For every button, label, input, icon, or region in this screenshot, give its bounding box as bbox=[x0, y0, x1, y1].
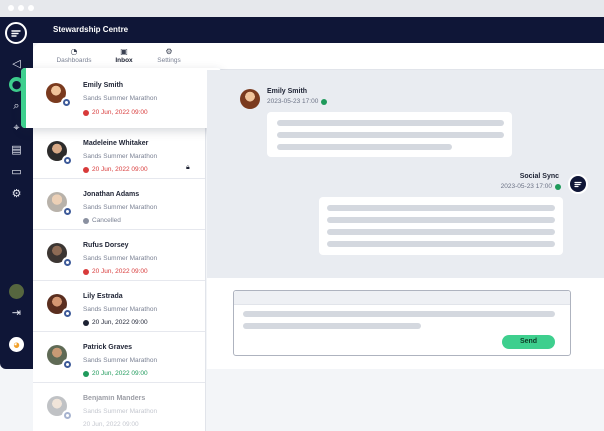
message-timestamp: 2023-05-23 17:00 bbox=[267, 98, 328, 105]
text-placeholder bbox=[277, 144, 452, 150]
window-chrome bbox=[0, 0, 604, 17]
lock-icon: 🔒︎ bbox=[186, 163, 190, 171]
text-placeholder bbox=[243, 311, 555, 317]
facebook-badge-icon bbox=[62, 206, 73, 217]
message-sender: Social Sync bbox=[519, 173, 559, 180]
text-placeholder bbox=[277, 120, 504, 126]
conversation-item-selected[interactable]: Emily Smith Sands Summer Marathon 20 Jun… bbox=[21, 68, 221, 128]
folder-icon[interactable]: ▭ bbox=[9, 164, 24, 179]
clock-icon bbox=[83, 319, 89, 326]
logout-icon[interactable]: ⇥ bbox=[9, 305, 24, 320]
conversation-item[interactable]: Patrick Graves Sands Summer Marathon 20 … bbox=[33, 332, 205, 383]
database-icon[interactable]: ▤ bbox=[9, 142, 24, 157]
text-placeholder bbox=[277, 132, 504, 138]
status-badge: 20 Jun, 2022 09:00 bbox=[83, 319, 148, 326]
conversation-item[interactable]: Benjamin Manders Sands Summer Marathon 2… bbox=[33, 383, 205, 431]
window-close-dot[interactable] bbox=[8, 5, 14, 11]
tab-settings[interactable]: ⚙ Settings bbox=[139, 47, 199, 64]
conversation-item[interactable]: Rufus Dorsey Sands Summer Marathon 20 Ju… bbox=[33, 230, 205, 281]
facebook-badge-icon bbox=[61, 97, 72, 108]
status-badge: 20 Jun, 2022 09:00 bbox=[83, 421, 139, 428]
facebook-badge-icon bbox=[62, 359, 73, 370]
facebook-badge-icon bbox=[62, 308, 73, 319]
check-icon bbox=[321, 98, 328, 105]
app-logo-icon[interactable] bbox=[5, 22, 27, 44]
text-placeholder bbox=[327, 241, 555, 247]
settings-gear-icon[interactable]: ⚙ bbox=[9, 186, 24, 201]
conversation-item[interactable]: Lily Estrada Sands Summer Marathon 20 Ju… bbox=[33, 281, 205, 332]
window-minimize-dot[interactable] bbox=[18, 5, 24, 11]
check-icon bbox=[555, 183, 561, 190]
status-badge: Cancelled bbox=[83, 217, 121, 224]
conversation-item[interactable]: Jonathan Adams Sands Summer Marathon Can… bbox=[33, 179, 205, 230]
text-placeholder bbox=[243, 323, 421, 329]
avatar bbox=[240, 89, 260, 109]
app-title: Stewardship Centre bbox=[53, 25, 129, 34]
overdue-icon bbox=[83, 166, 89, 173]
message-bubble-incoming bbox=[267, 112, 512, 157]
overdue-icon bbox=[83, 268, 89, 275]
status-badge: 20 Jun, 2022 09:00 bbox=[83, 268, 148, 275]
selection-indicator bbox=[21, 68, 26, 128]
text-placeholder bbox=[327, 217, 555, 223]
status-badge: 20 Jun, 2022 09:00 bbox=[83, 370, 148, 377]
message-sender: Emily Smith bbox=[267, 88, 308, 95]
cancelled-icon bbox=[83, 217, 89, 224]
facebook-badge-icon bbox=[62, 155, 73, 166]
organisation-logo[interactable]: ◕ bbox=[9, 337, 24, 352]
status-badge: 20 Jun, 2022 09:00 bbox=[83, 109, 148, 116]
overdue-icon bbox=[83, 109, 89, 116]
send-button[interactable]: Send bbox=[502, 335, 555, 349]
window-maximize-dot[interactable] bbox=[28, 5, 34, 11]
gear-icon: ⚙ bbox=[165, 47, 173, 56]
social-sync-avatar bbox=[568, 174, 588, 194]
top-bar: Stewardship Centre bbox=[33, 17, 604, 43]
status-badge: 20 Jun, 2022 09:00 bbox=[83, 166, 148, 173]
facebook-badge-icon bbox=[62, 257, 73, 268]
message-thread: Emily Smith 2023-05-23 17:00 Social Sync… bbox=[207, 70, 604, 278]
message-timestamp: 2023-05-23 17:00 bbox=[501, 183, 561, 190]
facebook-badge-icon bbox=[62, 410, 73, 421]
text-placeholder bbox=[327, 229, 555, 235]
check-icon bbox=[83, 370, 89, 377]
text-placeholder bbox=[327, 205, 555, 211]
user-avatar[interactable] bbox=[9, 284, 24, 299]
conversation-item[interactable]: Madeleine Whitaker Sands Summer Marathon… bbox=[33, 128, 205, 179]
tab-bar: ◔ Dashboards ▣ Inbox ⚙ Settings bbox=[33, 43, 604, 70]
message-bubble-outgoing bbox=[319, 197, 563, 255]
composer-toolbar bbox=[234, 291, 570, 305]
reply-composer[interactable]: Send bbox=[233, 290, 571, 356]
